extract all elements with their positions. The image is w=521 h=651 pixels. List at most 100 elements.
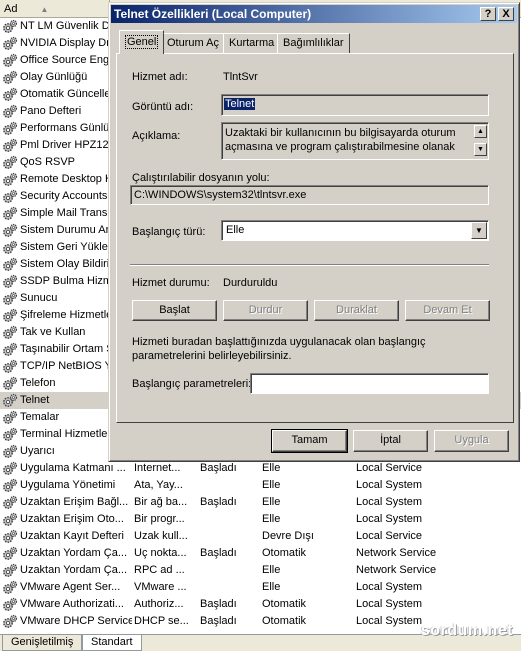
service-name-cell: Uygulama Yönetimi <box>20 479 116 491</box>
service-name-cell: VMware Agent Ser... <box>20 581 121 593</box>
exe-path-field[interactable]: C:\WINDOWS\system32\tlntsvr.exe <box>130 185 489 205</box>
start-params-help: Hizmeti buradan başlattığınızda uygulana… <box>132 336 426 362</box>
table-row[interactable]: Uzaktan Yordam Ça... Uç nokta... Başladı Ot… <box>0 545 521 562</box>
service-gear-icon <box>2 291 18 306</box>
service-description-cell: Authoriz... <box>134 598 184 610</box>
table-row[interactable]: Uzaktan Yordam Ça... RPC ad ... Elle Networ… <box>0 562 521 579</box>
display-name-label: Görüntü adı: <box>132 101 194 113</box>
apply-button[interactable]: Uygula <box>434 430 509 452</box>
service-name-value: TlntSvr <box>223 71 258 83</box>
exe-path-text: C:\WINDOWS\system32\tlntsvr.exe <box>134 189 307 201</box>
service-status-cell: Başladı <box>200 615 237 627</box>
sort-ascending-icon: ▲ <box>40 4 49 14</box>
service-startup-cell: Elle <box>262 513 281 525</box>
scroll-up-icon[interactable]: ▲ <box>474 125 487 138</box>
service-logon-cell: Local System <box>356 479 423 491</box>
table-row[interactable]: Uzaktan Erişim Oto... Bir progr... Elle Loc… <box>0 511 521 528</box>
start-params-label: Başlangıç parametreleri: <box>132 378 252 390</box>
table-row[interactable]: VMware Agent Ser... VMware ... Elle Local S… <box>0 579 521 596</box>
service-gear-icon <box>2 206 18 221</box>
service-gear-icon <box>2 308 18 323</box>
display-name-text: Telnet <box>224 98 256 110</box>
tab-standard[interactable]: Standart <box>82 635 142 651</box>
service-gear-icon <box>2 614 18 629</box>
service-gear-icon <box>2 410 18 425</box>
service-description-cell: Internet... <box>134 462 181 474</box>
service-description-cell: Bir ağ ba... <box>134 496 188 508</box>
service-name-cell: VMware DHCP Service <box>20 615 132 627</box>
service-gear-icon <box>2 427 18 442</box>
cancel-button[interactable]: İptal <box>353 430 428 452</box>
description-field[interactable]: Uzaktaki bir kullanıcının bu bilgisayard… <box>221 122 489 160</box>
service-gear-icon <box>2 121 18 136</box>
description-label: Açıklama: <box>132 130 181 142</box>
service-startup-cell: Elle <box>262 479 281 491</box>
column-header-name[interactable]: Ad ▲ <box>0 0 110 18</box>
service-description-cell: Bir progr... <box>134 513 185 525</box>
pause-button[interactable]: Duraklat <box>314 300 399 321</box>
tab-extended[interactable]: Genişletilmiş <box>2 635 83 651</box>
telnet-properties-dialog: Telnet Özellikleri (Local Computer) ? X … <box>108 2 520 462</box>
service-name-label: Hizmet adı: <box>132 71 188 83</box>
description-text: Uzaktaki bir kullanıcının bu bilgisayard… <box>225 127 456 156</box>
service-name-cell: Uzaktan Yordam Ça... <box>20 547 128 559</box>
service-startup-cell: Otomatik <box>262 547 307 559</box>
service-startup-cell: Elle <box>262 581 281 593</box>
service-gear-icon <box>2 393 18 408</box>
service-gear-icon <box>2 223 18 238</box>
service-gear-icon <box>2 563 18 578</box>
start-params-input[interactable] <box>250 373 489 394</box>
table-row[interactable]: VMware Authorizati... Authoriz... Başladı O… <box>0 596 521 613</box>
service-gear-icon <box>2 461 18 476</box>
service-logon-cell: Network Service <box>356 564 437 576</box>
service-startup-cell: Elle <box>262 564 281 576</box>
ok-button[interactable]: Tamam <box>271 429 348 453</box>
tab-recovery[interactable]: Kurtarma <box>223 33 281 53</box>
service-gear-icon <box>2 580 18 595</box>
table-row[interactable]: Uygulama Katmanı ... Internet... Başladı El… <box>0 460 521 477</box>
close-button[interactable]: X <box>498 7 514 21</box>
display-name-field[interactable]: Telnet <box>221 94 489 116</box>
service-logon-cell: Local Service <box>356 530 423 542</box>
dialog-titlebar[interactable]: Telnet Özellikleri (Local Computer) ? X <box>111 5 517 23</box>
service-description-cell: Uzak kull... <box>134 530 188 542</box>
service-startup-cell: Elle <box>262 496 281 508</box>
service-name-cell: VMware Authorizati... <box>20 598 124 610</box>
stop-button[interactable]: Durdur <box>223 300 308 321</box>
service-gear-icon <box>2 274 18 289</box>
startup-type-select[interactable]: Elle ▼ <box>221 220 489 241</box>
service-description-cell: DHCP se... <box>134 615 189 627</box>
table-row[interactable]: Uzaktan Kayıt Defteri Uzak kull... Devre D… <box>0 528 521 545</box>
service-startup-cell: Otomatik <box>262 615 307 627</box>
service-name-cell: Uygulama Katmanı ... <box>20 462 126 474</box>
help-button[interactable]: ? <box>480 7 496 21</box>
service-status-cell: Başladı <box>200 547 237 559</box>
service-status-cell: Başladı <box>200 462 237 474</box>
service-description-cell: RPC ad ... <box>134 564 185 576</box>
service-status-cell: Başladı <box>200 598 237 610</box>
watermark: sordum.net <box>420 622 513 639</box>
service-status-value: Durduruldu <box>223 277 278 289</box>
service-gear-icon <box>2 444 18 459</box>
chevron-down-icon[interactable]: ▼ <box>471 222 487 239</box>
service-gear-icon <box>2 189 18 204</box>
service-gear-icon <box>2 87 18 102</box>
service-name-cell: Uzaktan Erişim Oto... <box>20 513 124 525</box>
service-gear-icon <box>2 172 18 187</box>
startup-type-value: Elle <box>226 224 245 236</box>
tab-dependencies[interactable]: Bağımlılıklar <box>277 33 350 53</box>
service-logon-cell: Local System <box>356 496 423 508</box>
service-logon-cell: Local Service <box>356 462 423 474</box>
service-gear-icon <box>2 478 18 493</box>
tab-logon[interactable]: Oturum Aç <box>161 33 225 53</box>
tab-general[interactable]: Genel <box>119 30 165 54</box>
service-gear-icon <box>2 597 18 612</box>
table-row[interactable]: Uygulama Yönetimi Ata, Yay... Elle Local Sy… <box>0 477 521 494</box>
service-startup-cell: Otomatik <box>262 598 307 610</box>
resume-button[interactable]: Devam Et <box>405 300 490 321</box>
service-name-cell: Uzaktan Kayıt Defteri <box>20 530 124 542</box>
scroll-down-icon[interactable]: ▼ <box>474 143 487 156</box>
start-button[interactable]: Başlat <box>132 300 217 321</box>
general-tab-panel: Hizmet adı: TlntSvr Görüntü adı: Telnet … <box>116 53 514 423</box>
table-row[interactable]: Uzaktan Erişim Bağl... Bir ağ ba... Başlad… <box>0 494 521 511</box>
